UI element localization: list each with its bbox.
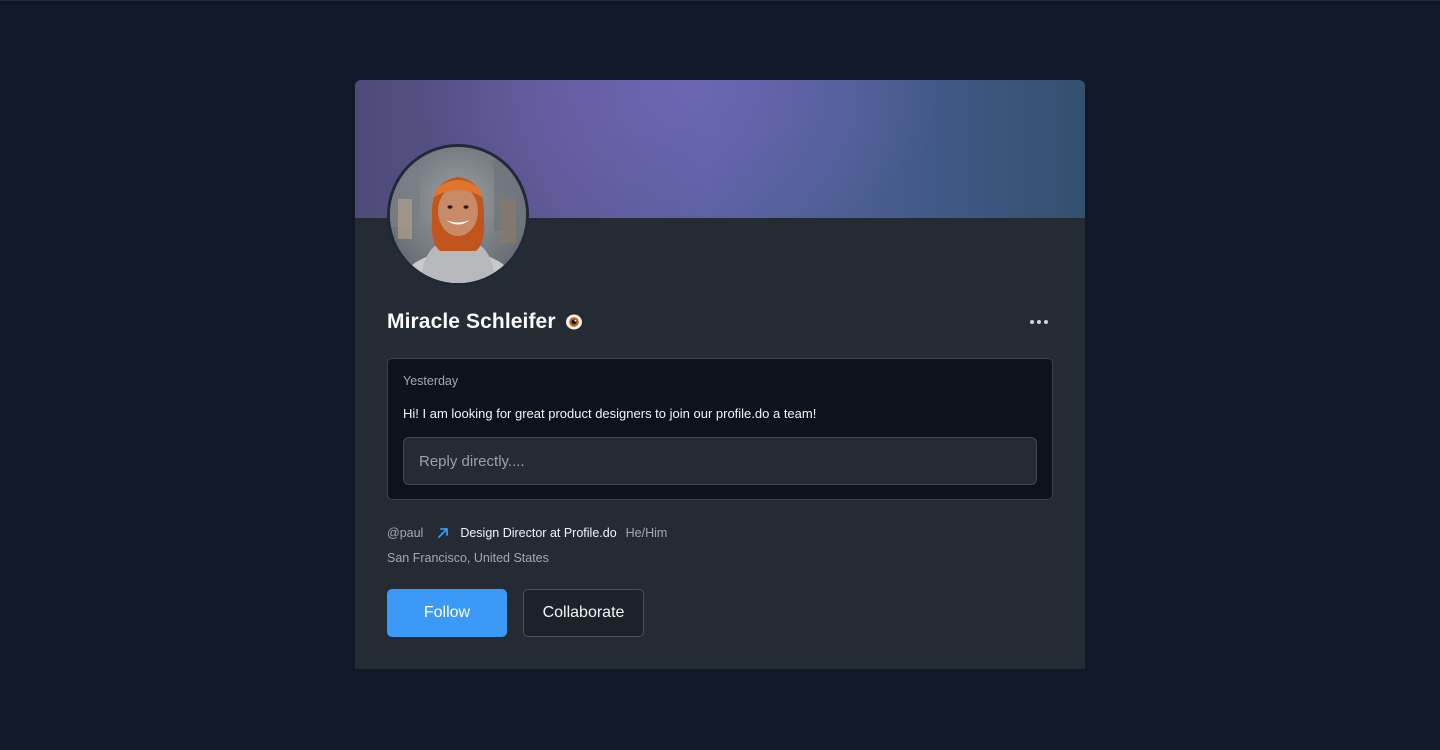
message-timestamp: Yesterday (403, 374, 459, 388)
more-horizontal-icon[interactable] (1025, 311, 1053, 333)
reply-input[interactable] (403, 437, 1037, 485)
location: San Francisco, United States (387, 551, 549, 565)
arrow-up-right-icon (436, 526, 450, 540)
follow-button[interactable]: Follow (387, 589, 507, 637)
avatar-photo (390, 147, 526, 283)
profile-name: Miracle Schleifer (387, 310, 556, 333)
avatar[interactable] (387, 144, 529, 286)
role-link[interactable]: Design Director at Profile.do (460, 526, 616, 540)
profile-meta: @paul Design Director at Profile.do He/H… (387, 524, 667, 542)
name-group: Miracle Schleifer (387, 310, 584, 334)
profile-handle: @paul (387, 526, 424, 540)
name-row: Miracle Schleifer (387, 308, 1053, 336)
message-card: Yesterday Hi! I am looking for great pro… (387, 358, 1053, 500)
page: Miracle Schleifer Yesterday Hi! I am loo… (0, 0, 1440, 750)
profile-card: Miracle Schleifer Yesterday Hi! I am loo… (355, 80, 1085, 669)
message-text: Hi! I am looking for great product desig… (403, 406, 817, 421)
eye-icon (564, 312, 584, 332)
pronouns: He/Him (625, 526, 668, 540)
collaborate-button[interactable]: Collaborate (523, 589, 644, 637)
